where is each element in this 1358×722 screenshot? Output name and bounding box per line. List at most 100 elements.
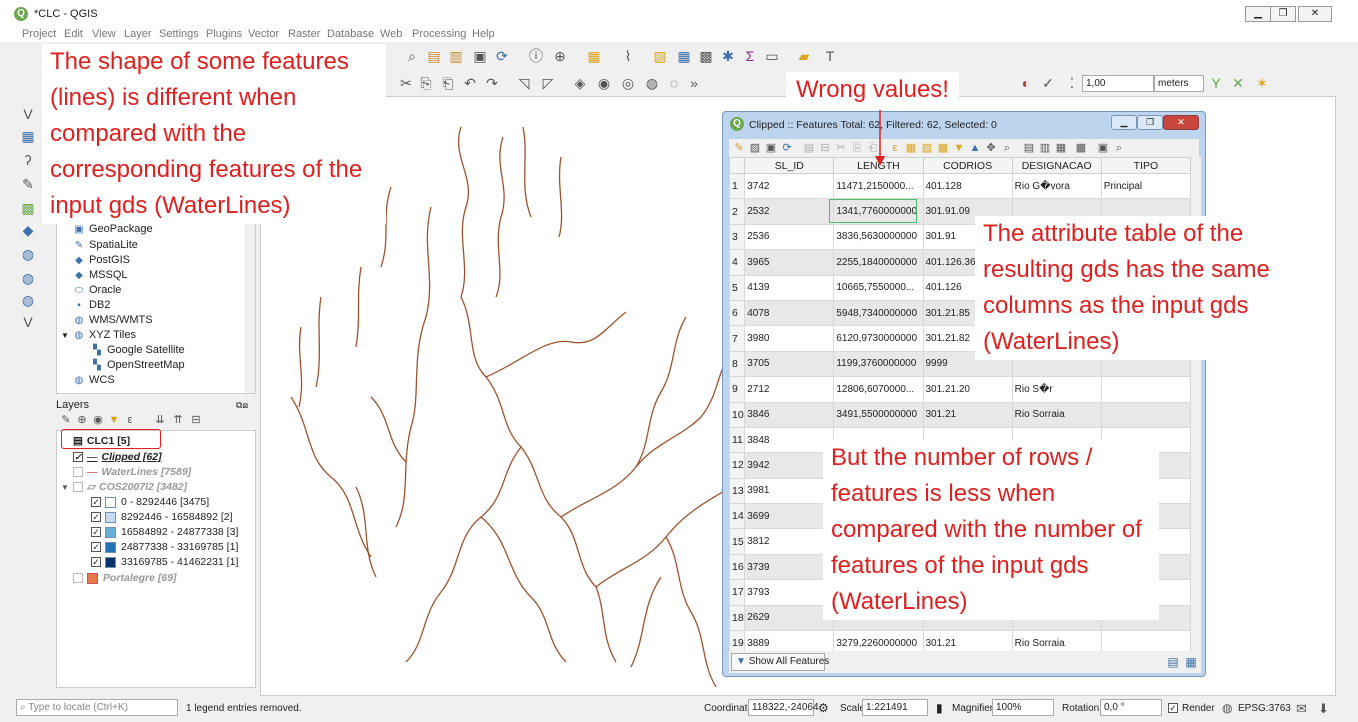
invert-selection-icon[interactable]: ▧: [919, 140, 935, 156]
units-select[interactable]: meters: [1154, 75, 1204, 92]
layer-checkbox[interactable]: ✓: [73, 452, 83, 463]
table-cell[interactable]: 3965: [744, 249, 835, 276]
row-number[interactable]: 16: [729, 553, 746, 581]
scale-field[interactable]: 1:221491: [862, 699, 928, 716]
snap-vertex-icon[interactable]: ✓: [1040, 75, 1056, 91]
messages-icon[interactable]: ✉: [1296, 701, 1307, 717]
add-spatialite-icon[interactable]: ✎: [20, 176, 36, 192]
move-selection-icon[interactable]: ▲: [967, 140, 983, 156]
table-cell[interactable]: 11471,2150000...: [833, 172, 924, 200]
add-feature-icon[interactable]: ▤: [801, 140, 817, 156]
actions-icon[interactable]: ⌕: [1111, 140, 1127, 156]
legend-class-5[interactable]: ✓ 33169785 - 41462231 [1]: [91, 556, 238, 568]
menu-raster[interactable]: Raster: [288, 28, 320, 40]
table-cell[interactable]: 3812: [744, 528, 835, 555]
row-number[interactable]: 3: [729, 223, 746, 251]
paste-icon[interactable]: ⎗: [440, 75, 456, 91]
legend-checkbox[interactable]: ✓: [91, 542, 101, 553]
add-vector-icon[interactable]: V: [20, 106, 36, 122]
copy-icon[interactable]: ⎘: [849, 140, 865, 156]
legend-checkbox[interactable]: ✓: [91, 512, 101, 523]
table-cell[interactable]: 4078: [744, 299, 835, 327]
table-cell[interactable]: 3848: [744, 426, 835, 454]
legend-checkbox[interactable]: ✓: [91, 497, 101, 508]
legend-checkbox[interactable]: ✓: [91, 527, 101, 538]
table-cell[interactable]: 10665,7550000...: [833, 274, 924, 301]
edit-icon[interactable]: ✎: [731, 140, 747, 156]
layer-clipped[interactable]: ✓ — Clipped [62]: [73, 451, 162, 463]
minimize-button[interactable]: ▁: [1245, 6, 1271, 22]
conditional-format-icon[interactable]: ▣: [1095, 140, 1111, 156]
row-number[interactable]: 8: [729, 350, 746, 378]
table-cell[interactable]: 2532: [744, 198, 835, 225]
layer-save-icon[interactable]: ▥: [448, 48, 464, 64]
delete-icon[interactable]: ⊟: [817, 140, 833, 156]
browser-item-oracle[interactable]: ⬭ Oracle: [73, 284, 122, 296]
identify-icon[interactable]: ⓘ: [528, 48, 544, 64]
table-row[interactable]: 1 3742 11471,2150000... 401.128 Rio G�vora Pr…: [729, 172, 1191, 200]
add-delimited-icon[interactable]: ʔ: [20, 152, 36, 168]
expand-all-icon[interactable]: ⇊: [152, 412, 168, 428]
form-view-icon[interactable]: ▤: [1165, 654, 1181, 670]
show-all-features-button[interactable]: ▼ Show All Features: [731, 653, 829, 671]
save-icon[interactable]: ▣: [763, 140, 779, 156]
browser-item-google-satellite[interactable]: ▚ Google Satellite: [91, 344, 185, 356]
gear-icon[interactable]: ✱: [720, 48, 736, 64]
table-cell[interactable]: 2712: [744, 376, 835, 403]
rotate-icon[interactable]: ◌: [666, 75, 682, 91]
table-cell[interactable]: 4139: [744, 274, 835, 301]
copy-icon[interactable]: ⎘: [418, 75, 434, 91]
layer-checkbox[interactable]: [72, 482, 83, 493]
open-styling-icon[interactable]: ✎: [58, 412, 74, 428]
row-number[interactable]: 9: [729, 376, 746, 403]
att-restore-button[interactable]: ❐: [1137, 115, 1163, 130]
menu-plugins[interactable]: Plugins: [206, 28, 242, 40]
table-cell[interactable]: Rio S�r: [1011, 376, 1102, 403]
select-icon[interactable]: ▦: [586, 48, 602, 64]
table-row[interactable]: 10 3846 3491,5500000000 301.21 Rio Sorraia: [729, 401, 1191, 428]
legend-checkbox[interactable]: ✓: [91, 557, 101, 568]
table-view-icon[interactable]: ▦: [1183, 654, 1199, 670]
table-cell[interactable]: 1199,3760000000: [833, 350, 924, 378]
legend-class-1[interactable]: ✓ 0 - 8292446 [3475]: [91, 496, 209, 508]
rotation-field[interactable]: 0,0 °: [1100, 699, 1162, 716]
table-cell[interactable]: Rio Sorraia: [1011, 401, 1102, 428]
row-number[interactable]: 14: [729, 503, 746, 530]
pan-icon[interactable]: ⌕: [404, 48, 420, 64]
table-cell[interactable]: 3942: [744, 452, 835, 479]
table-cell[interactable]: 401.128: [922, 172, 1013, 200]
topology-icon[interactable]: Y: [1208, 75, 1224, 91]
zoom-icon[interactable]: ⊕: [552, 48, 568, 64]
menu-view[interactable]: View: [92, 28, 116, 40]
close-button[interactable]: ✕: [1298, 6, 1332, 22]
field-calculator-icon[interactable]: ▩: [1073, 140, 1089, 156]
row-number[interactable]: 7: [729, 325, 746, 352]
menu-database[interactable]: Database: [327, 28, 374, 40]
add-raster-icon[interactable]: ▦: [20, 128, 36, 144]
table-cell[interactable]: 3980: [744, 325, 835, 352]
legend-class-4[interactable]: ✓ 24877338 - 33169785 [1]: [91, 541, 238, 553]
toggle-extents-icon[interactable]: ⚙: [818, 701, 829, 715]
add-wms-icon[interactable]: ◍: [20, 246, 36, 262]
table-cell[interactable]: 301.21.20: [922, 376, 1013, 403]
merge-icon[interactable]: ◈: [572, 75, 588, 91]
legend-class-2[interactable]: ✓ 8292446 - 16584892 [2]: [91, 511, 233, 523]
filter-icon[interactable]: ▼: [951, 140, 967, 156]
table-cell[interactable]: 3705: [744, 350, 835, 378]
lock-icon[interactable]: ▮: [936, 701, 943, 715]
menu-help[interactable]: Help: [472, 28, 495, 40]
cut-icon[interactable]: ✂: [833, 140, 849, 156]
row-number[interactable]: 15: [729, 528, 746, 555]
reshape-icon[interactable]: ◎: [620, 75, 636, 91]
table-cell[interactable]: 3981: [744, 477, 835, 505]
browser-item-wms[interactable]: ◍ WMS/WMTS: [73, 314, 153, 326]
menu-layer[interactable]: Layer: [124, 28, 152, 40]
zoom-to-icon[interactable]: ⌕: [999, 140, 1015, 156]
menu-project[interactable]: Project: [22, 28, 56, 40]
add-mssql-icon[interactable]: ◆: [20, 222, 36, 238]
browser-item-db2[interactable]: ▪ DB2: [73, 299, 110, 311]
table-cell[interactable]: 6120,9730000000: [833, 325, 924, 352]
row-number[interactable]: 18: [729, 604, 746, 632]
menu-web[interactable]: Web: [380, 28, 402, 40]
table-cell[interactable]: 2255,1840000000: [833, 249, 924, 276]
